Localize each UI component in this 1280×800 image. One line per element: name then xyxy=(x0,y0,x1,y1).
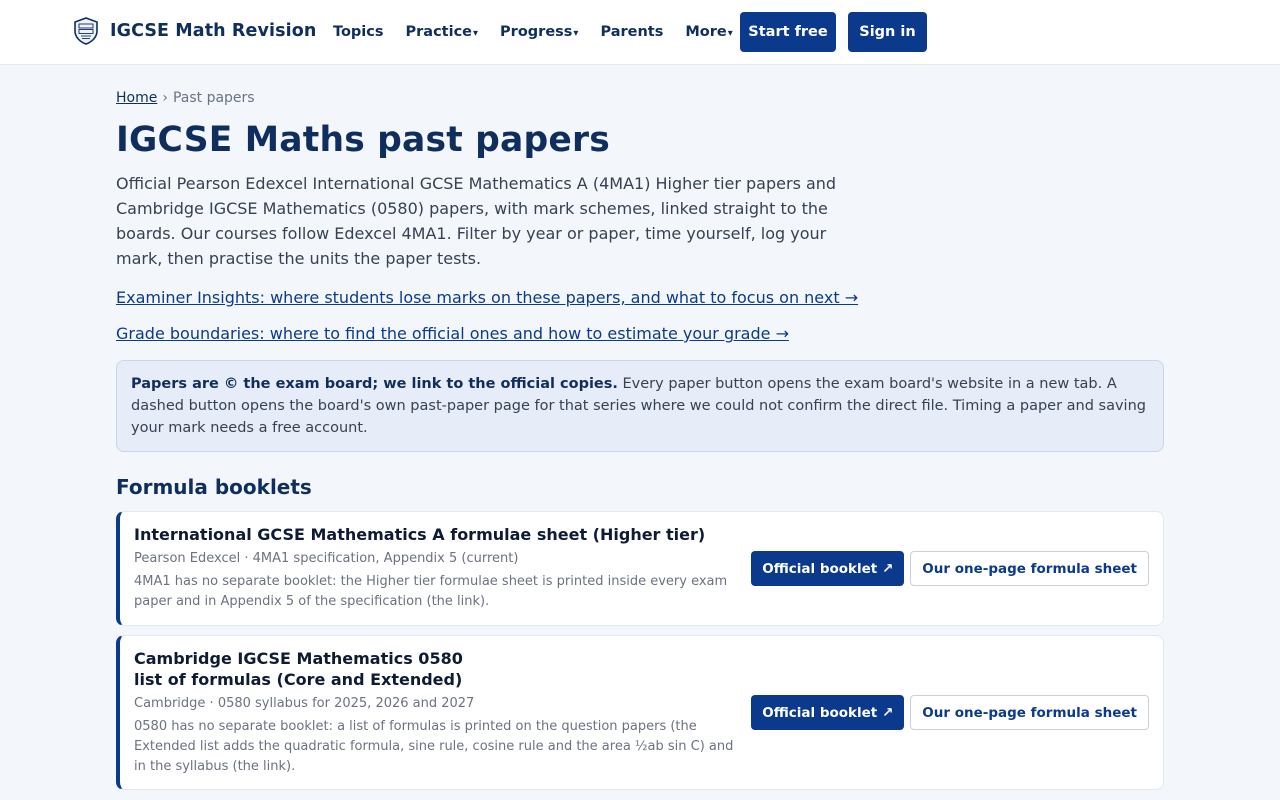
nav-topics-label: Topics xyxy=(333,24,384,40)
caret-down-icon: ▾ xyxy=(473,28,479,39)
official-booklet-button[interactable]: Official booklet ↗ xyxy=(751,695,905,730)
breadcrumb-separator: › xyxy=(162,90,168,106)
card-title-line-1: Cambridge IGCSE Mathematics 0580 xyxy=(134,649,463,668)
card-meta: Pearson Edexcel · 4MA1 specification, Ap… xyxy=(134,551,519,566)
card-title-line-2: list of formulas (Core and Extended) xyxy=(134,670,463,689)
examiner-insights-link[interactable]: Examiner Insights: where students lose m… xyxy=(116,288,1164,307)
card-actions: Official booklet ↗ Our one-page formula … xyxy=(751,636,1149,789)
nav-progress-label: Progress xyxy=(500,24,573,40)
formula-booklets-heading: Formula booklets xyxy=(116,475,312,499)
top-navigation-bar: IGCSE Math Revision Topics Practice▾ Pro… xyxy=(0,0,1280,65)
nav-parents-label: Parents xyxy=(600,24,664,40)
card-body: Cambridge IGCSE Mathematics 0580 list of… xyxy=(134,648,749,777)
page-title: IGCSE Maths past papers xyxy=(116,120,610,160)
card-actions: Official booklet ↗ Our one-page formula … xyxy=(751,512,1149,625)
breadcrumb: Home › Past papers xyxy=(116,90,1164,108)
nav-more-label: More xyxy=(685,24,727,40)
nav-progress[interactable]: Progress▾ xyxy=(500,24,578,40)
card-description: 4MA1 has no separate booklet: the Higher… xyxy=(134,574,728,609)
card-body: International GCSE Mathematics A formula… xyxy=(134,524,749,612)
caret-down-icon: ▾ xyxy=(727,28,733,39)
grade-boundaries-link[interactable]: Grade boundaries: where to find the offi… xyxy=(116,324,1164,343)
nav-topics[interactable]: Topics xyxy=(333,24,384,40)
brand[interactable]: IGCSE Math Revision xyxy=(73,17,316,45)
breadcrumb-home-link[interactable]: Home xyxy=(116,90,157,106)
nav-more[interactable]: More▾ xyxy=(685,24,732,40)
formula-sheet-button[interactable]: Our one-page formula sheet xyxy=(910,695,1149,730)
nav-parents[interactable]: Parents xyxy=(600,24,663,40)
notice-bold-text: Papers are © the exam board; we link to … xyxy=(131,376,618,392)
official-booklet-button[interactable]: Official booklet ↗ xyxy=(751,551,905,586)
formula-card-edexcel: International GCSE Mathematics A formula… xyxy=(116,511,1164,626)
main-content: Home › Past papers IGCSE Maths past papers… xyxy=(116,65,1164,790)
shield-logo-icon xyxy=(74,17,98,45)
nav-practice[interactable]: Practice▾ xyxy=(406,24,479,40)
formula-sheet-button[interactable]: Our one-page formula sheet xyxy=(910,551,1149,586)
card-description: 0580 has no separate booklet: a list of … xyxy=(134,719,734,774)
caret-down-icon: ▾ xyxy=(573,28,579,39)
sign-in-button[interactable]: Sign in xyxy=(848,12,927,52)
brand-name: IGCSE Math Revision xyxy=(110,21,317,41)
card-title: International GCSE Mathematics A formula… xyxy=(134,525,706,544)
nav-practice-label: Practice xyxy=(405,24,473,40)
card-meta: Cambridge · 0580 syllabus for 2025, 2026… xyxy=(134,696,475,711)
copyright-notice: Papers are © the exam board; we link to … xyxy=(116,360,1164,452)
card-title: Cambridge IGCSE Mathematics 0580 list of… xyxy=(134,648,749,690)
start-free-button[interactable]: Start free xyxy=(740,12,836,52)
breadcrumb-current: Past papers xyxy=(172,90,255,106)
formula-card-cambridge: Cambridge IGCSE Mathematics 0580 list of… xyxy=(116,635,1164,790)
intro-paragraph: Official Pearson Edexcel International G… xyxy=(116,174,837,268)
main-nav: Topics Practice▾ Progress▾ Parents More▾ xyxy=(333,0,747,64)
